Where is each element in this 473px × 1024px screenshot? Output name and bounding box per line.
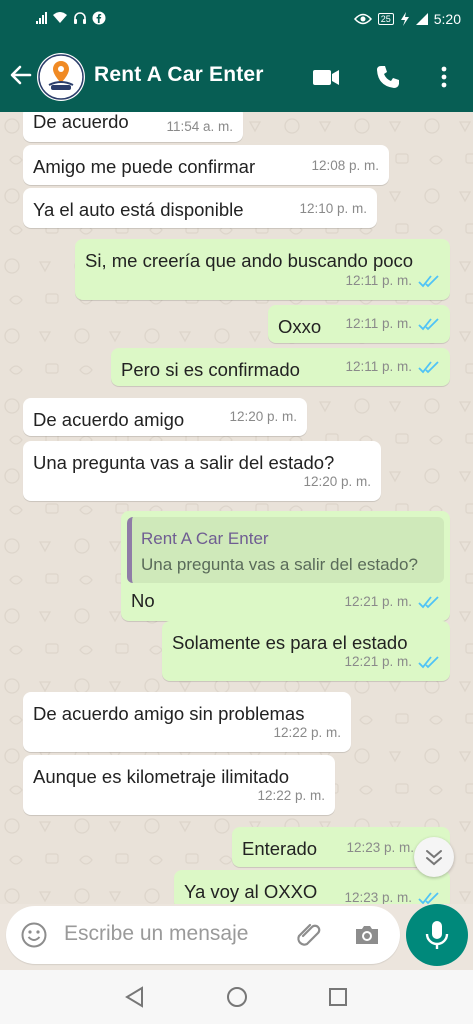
message-incoming[interactable]: De acuerdo amigo 12:20 p. m. <box>23 398 307 436</box>
chat-header: Rent A Car Enter <box>0 40 473 112</box>
video-call-icon[interactable] <box>311 62 341 92</box>
read-receipt-icon <box>418 655 439 668</box>
camera-icon[interactable] <box>352 920 382 950</box>
nav-home-icon[interactable] <box>224 984 250 1010</box>
facebook-icon <box>92 11 106 25</box>
nav-back-icon[interactable] <box>122 984 148 1010</box>
read-receipt-icon <box>418 317 439 330</box>
message-text: De acuerdo amigo <box>33 409 185 430</box>
quoted-message[interactable]: Rent A Car Enter Una pregunta vas a sali… <box>127 517 444 583</box>
message-time: 12:11 p. m. <box>345 316 412 331</box>
status-icons-left <box>36 11 106 25</box>
contact-name[interactable]: Rent A Car Enter <box>94 63 264 87</box>
quoted-text: Una pregunta vas a salir del estado? <box>141 555 418 574</box>
read-receipt-icon <box>418 891 439 904</box>
message-incoming[interactable]: Aunque es kilometraje ilimitado 12:22 p.… <box>23 755 335 815</box>
read-receipt-icon <box>418 595 439 608</box>
mic-icon <box>425 921 449 949</box>
message-text: Una pregunta vas a salir del estado? <box>33 452 335 473</box>
chevron-double-down-icon <box>426 850 442 866</box>
wifi-icon <box>53 12 67 23</box>
status-bar: 25 5:20 <box>0 0 473 40</box>
message-outgoing[interactable]: Oxxo 12:11 p. m. <box>268 305 450 343</box>
message-outgoing[interactable]: Pero si es confirmado 12:11 p. m. <box>111 348 450 386</box>
message-outgoing-reply[interactable]: Rent A Car Enter Una pregunta vas a sali… <box>121 511 450 621</box>
message-time: 12:11 p. m. <box>345 273 412 288</box>
message-time: 12:22 p. m. <box>273 725 341 740</box>
message-incoming[interactable]: Amigo me puede confirmar 12:08 p. m. <box>23 145 389 185</box>
message-incoming[interactable]: Una pregunta vas a salir del estado? 12:… <box>23 441 381 501</box>
read-receipt-icon <box>418 274 439 287</box>
message-incoming[interactable]: Ya el auto está disponible 12:10 p. m. <box>23 188 377 228</box>
phone-icon[interactable] <box>373 62 403 92</box>
eye-icon <box>353 13 372 25</box>
message-text: Aunque es kilometraje ilimitado <box>33 766 290 787</box>
contact-avatar[interactable] <box>37 53 85 101</box>
emoji-icon[interactable] <box>20 921 48 949</box>
message-time: 12:08 p. m. <box>311 158 379 173</box>
system-nav-bar <box>0 970 473 1024</box>
nav-recents-icon[interactable] <box>325 984 351 1010</box>
battery-level: 25 <box>380 14 391 24</box>
data-signal-icon <box>415 13 428 25</box>
battery-icon: 25 <box>377 13 394 25</box>
message-text: Enterado <box>242 838 318 859</box>
message-text: Ya el auto está disponible <box>33 199 244 220</box>
signal-icon <box>36 12 47 24</box>
message-time: 12:23 p. m. <box>346 840 414 855</box>
message-incoming[interactable]: De acuerdo 11:54 a. m. <box>23 112 243 142</box>
message-text: Ya voy al OXXO <box>184 881 318 902</box>
clock: 5:20 <box>433 11 461 27</box>
message-outgoing[interactable]: Ya voy al OXXO 12:23 p. m. <box>174 870 450 904</box>
message-time: 11:54 a. m. <box>166 119 233 134</box>
more-options-icon[interactable] <box>429 62 459 92</box>
message-text: No <box>131 590 155 611</box>
message-composer[interactable]: Escribe un mensaje <box>6 906 400 964</box>
scroll-to-bottom-button[interactable] <box>414 837 454 877</box>
paperclip-icon[interactable] <box>294 920 324 950</box>
message-outgoing[interactable]: Si, me creería que ando buscando poco 12… <box>75 239 450 300</box>
message-text: De acuerdo <box>33 112 129 132</box>
message-incoming[interactable]: De acuerdo amigo sin problemas 12:22 p. … <box>23 692 351 752</box>
quoted-author: Rent A Car Enter <box>141 529 269 548</box>
message-text: Pero si es confirmado <box>121 359 300 380</box>
message-text: Amigo me puede confirmar <box>33 156 256 177</box>
read-receipt-icon <box>418 360 439 373</box>
status-icons-right: 25 5:20 <box>353 11 461 27</box>
message-time: 12:20 p. m. <box>303 474 371 489</box>
message-outgoing[interactable]: Solamente es para el estado 12:21 p. m. <box>162 621 450 681</box>
message-time: 12:21 p. m. <box>344 654 412 669</box>
rent-a-car-logo <box>38 54 84 100</box>
message-time: 12:23 p. m. <box>344 890 412 904</box>
message-time: 12:22 p. m. <box>257 788 325 803</box>
voice-record-button[interactable] <box>406 904 468 966</box>
chat-area[interactable]: De acuerdo 11:54 a. m. Amigo me puede co… <box>0 112 473 904</box>
message-input[interactable]: Escribe un mensaje <box>64 922 248 946</box>
back-arrow-icon[interactable] <box>8 62 34 88</box>
message-time: 12:21 p. m. <box>344 594 412 609</box>
message-time: 12:10 p. m. <box>299 201 367 216</box>
message-text: Oxxo <box>278 316 322 337</box>
headset-icon <box>74 12 86 24</box>
charging-icon <box>400 12 409 26</box>
message-text: De acuerdo amigo sin problemas <box>33 703 305 724</box>
message-time: 12:11 p. m. <box>345 359 412 374</box>
message-time: 12:20 p. m. <box>229 409 297 424</box>
